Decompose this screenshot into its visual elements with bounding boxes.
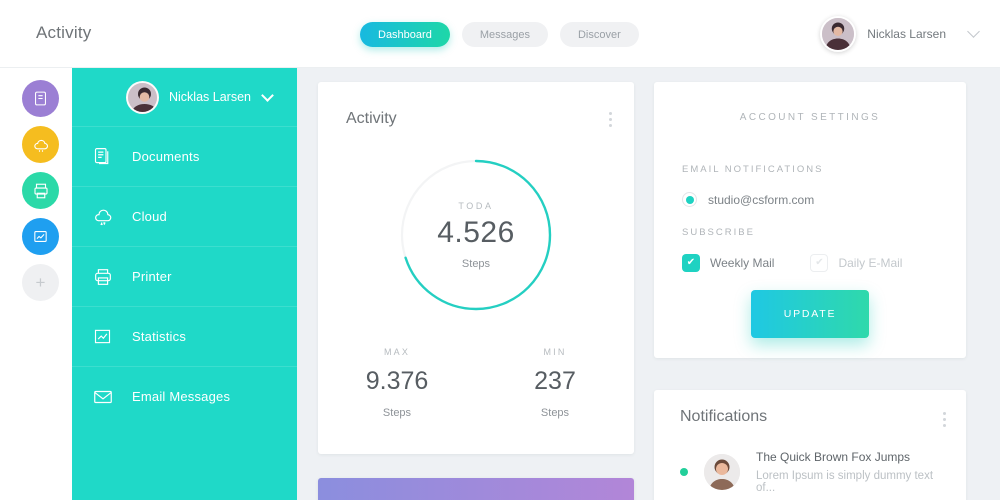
activity-card: Activity TODA 4.526 Steps MAX 9.376 Step… bbox=[318, 82, 634, 454]
notification-heading: The Quick Brown Fox Jumps bbox=[756, 450, 911, 464]
update-button[interactable]: UPDATE bbox=[751, 290, 869, 338]
user-avatar-icon bbox=[704, 454, 740, 490]
stat-value: 9.376 bbox=[365, 367, 429, 395]
printer-icon bbox=[33, 183, 48, 198]
stat-unit: Steps bbox=[540, 407, 570, 419]
checkbox-unchecked-icon[interactable]: ✔ bbox=[810, 254, 829, 272]
user-avatar-icon bbox=[128, 83, 157, 112]
rail-add-button[interactable]: + bbox=[22, 264, 59, 301]
user-name: Nicklas Larsen bbox=[867, 27, 946, 41]
purple-card[interactable] bbox=[318, 478, 634, 500]
sidebar: Nicklas Larsen Documents Cloud Printer S… bbox=[72, 68, 297, 500]
ring-unit: Steps bbox=[461, 257, 491, 270]
tab-messages[interactable]: Messages bbox=[461, 22, 548, 47]
nav-tabs: Dashboard Messages Discover bbox=[360, 22, 639, 47]
radio-selected-icon[interactable] bbox=[682, 192, 697, 207]
more-vertical-icon[interactable] bbox=[609, 112, 612, 130]
document-icon bbox=[35, 91, 46, 106]
cloud-icon bbox=[92, 206, 132, 228]
rail-item-statistics[interactable] bbox=[22, 218, 59, 255]
email-address-value: studio@csform.com bbox=[708, 192, 815, 207]
app-root: Activity Dashboard Messages Discover Nic… bbox=[0, 0, 1000, 500]
checkbox-daily-email[interactable]: ✔ Daily E-Mail bbox=[810, 254, 902, 272]
ring-value: 4.526 bbox=[437, 215, 515, 249]
notifications-card-title: Notifications bbox=[680, 408, 768, 425]
sidebar-item-label: Cloud bbox=[132, 209, 167, 224]
plus-icon: + bbox=[35, 273, 46, 292]
sidebar-item-label: Documents bbox=[132, 149, 200, 164]
list-item[interactable]: The Quick Brown Fox Jumps Lorem Ipsum is… bbox=[680, 450, 948, 494]
email-radio-option[interactable]: studio@csform.com bbox=[682, 192, 823, 207]
stat-value: 237 bbox=[534, 367, 576, 395]
stat-caption: MIN bbox=[543, 347, 567, 357]
sidebar-item-statistics[interactable]: Statistics bbox=[72, 306, 297, 366]
email-notifications-section: EMAIL NOTIFICATIONS studio@csform.com bbox=[682, 164, 823, 207]
printer-icon bbox=[92, 266, 132, 288]
checkbox-weekly-mail[interactable]: ✔ Weekly Mail bbox=[682, 254, 774, 272]
tab-discover[interactable]: Discover bbox=[559, 22, 639, 47]
rail-item-printer[interactable] bbox=[22, 172, 59, 209]
status-badge bbox=[680, 468, 688, 476]
sidebar-item-email-messages[interactable]: Email Messages bbox=[72, 366, 297, 426]
checkbox-label: Weekly Mail bbox=[710, 256, 775, 270]
sidebar-user-menu[interactable]: Nicklas Larsen bbox=[72, 68, 297, 126]
sidebar-item-cloud[interactable]: Cloud bbox=[72, 186, 297, 246]
top-bar: Activity Dashboard Messages Discover Nic… bbox=[0, 0, 1000, 68]
sidebar-item-label: Statistics bbox=[132, 329, 187, 344]
activity-stats: MAX 9.376 Steps MIN 237 Steps bbox=[318, 347, 634, 419]
stat-caption: MAX bbox=[383, 347, 411, 357]
steps-progress-ring: TODA 4.526 Steps bbox=[398, 157, 554, 313]
avatar bbox=[820, 16, 857, 52]
notifications-card: Notifications The Quick Brown Fox Jumps … bbox=[654, 390, 966, 500]
account-settings-card: ACCOUNT SETTINGS EMAIL NOTIFICATIONS stu… bbox=[654, 82, 966, 358]
rail-item-cloud[interactable] bbox=[22, 126, 59, 163]
notification-text: The Quick Brown Fox Jumps Lorem Ipsum is… bbox=[756, 450, 948, 494]
stat-max: MAX 9.376 Steps bbox=[318, 347, 476, 419]
notification-preview: Lorem Ipsum is simply dummy text of... bbox=[756, 470, 934, 494]
tab-dashboard[interactable]: Dashboard bbox=[360, 22, 450, 47]
sidebar-item-printer[interactable]: Printer bbox=[72, 246, 297, 306]
activity-card-title: Activity bbox=[346, 110, 397, 127]
user-menu[interactable]: Nicklas Larsen bbox=[820, 16, 980, 52]
chevron-down-icon[interactable] bbox=[967, 25, 980, 38]
more-vertical-icon[interactable] bbox=[943, 412, 946, 430]
statistics-icon bbox=[92, 326, 132, 347]
chevron-down-icon[interactable] bbox=[261, 89, 274, 102]
statistics-icon bbox=[34, 231, 47, 242]
icon-rail: + bbox=[0, 68, 72, 500]
envelope-icon bbox=[92, 386, 132, 408]
account-settings-heading: ACCOUNT SETTINGS bbox=[739, 112, 881, 123]
ring-center-labels: TODA 4.526 Steps bbox=[398, 157, 554, 313]
stat-min: MIN 237 Steps bbox=[476, 347, 634, 419]
sidebar-item-documents[interactable]: Documents bbox=[72, 126, 297, 186]
documents-icon bbox=[92, 146, 132, 167]
subscribe-section: SUBSCRIBE ✔ Weekly Mail ✔ Daily E-Mail bbox=[682, 227, 942, 272]
avatar bbox=[704, 454, 740, 490]
checkbox-checked-icon[interactable]: ✔ bbox=[682, 254, 700, 272]
subscribe-label: SUBSCRIBE bbox=[682, 227, 755, 238]
page-title: Activity bbox=[36, 23, 92, 42]
checkbox-label: Daily E-Mail bbox=[838, 256, 903, 270]
sidebar-user-name: Nicklas Larsen bbox=[169, 90, 251, 104]
sidebar-item-label: Printer bbox=[132, 269, 172, 284]
email-notifications-label: EMAIL NOTIFICATIONS bbox=[682, 164, 824, 175]
user-avatar-icon bbox=[822, 18, 855, 50]
ring-caption: TODA bbox=[458, 200, 494, 211]
stat-unit: Steps bbox=[382, 407, 412, 419]
rail-item-documents[interactable] bbox=[22, 80, 59, 117]
subscribe-options: ✔ Weekly Mail ✔ Daily E-Mail bbox=[682, 254, 942, 272]
cloud-icon bbox=[33, 139, 48, 152]
sidebar-item-label: Email Messages bbox=[132, 389, 231, 404]
sidebar-avatar bbox=[126, 81, 159, 114]
